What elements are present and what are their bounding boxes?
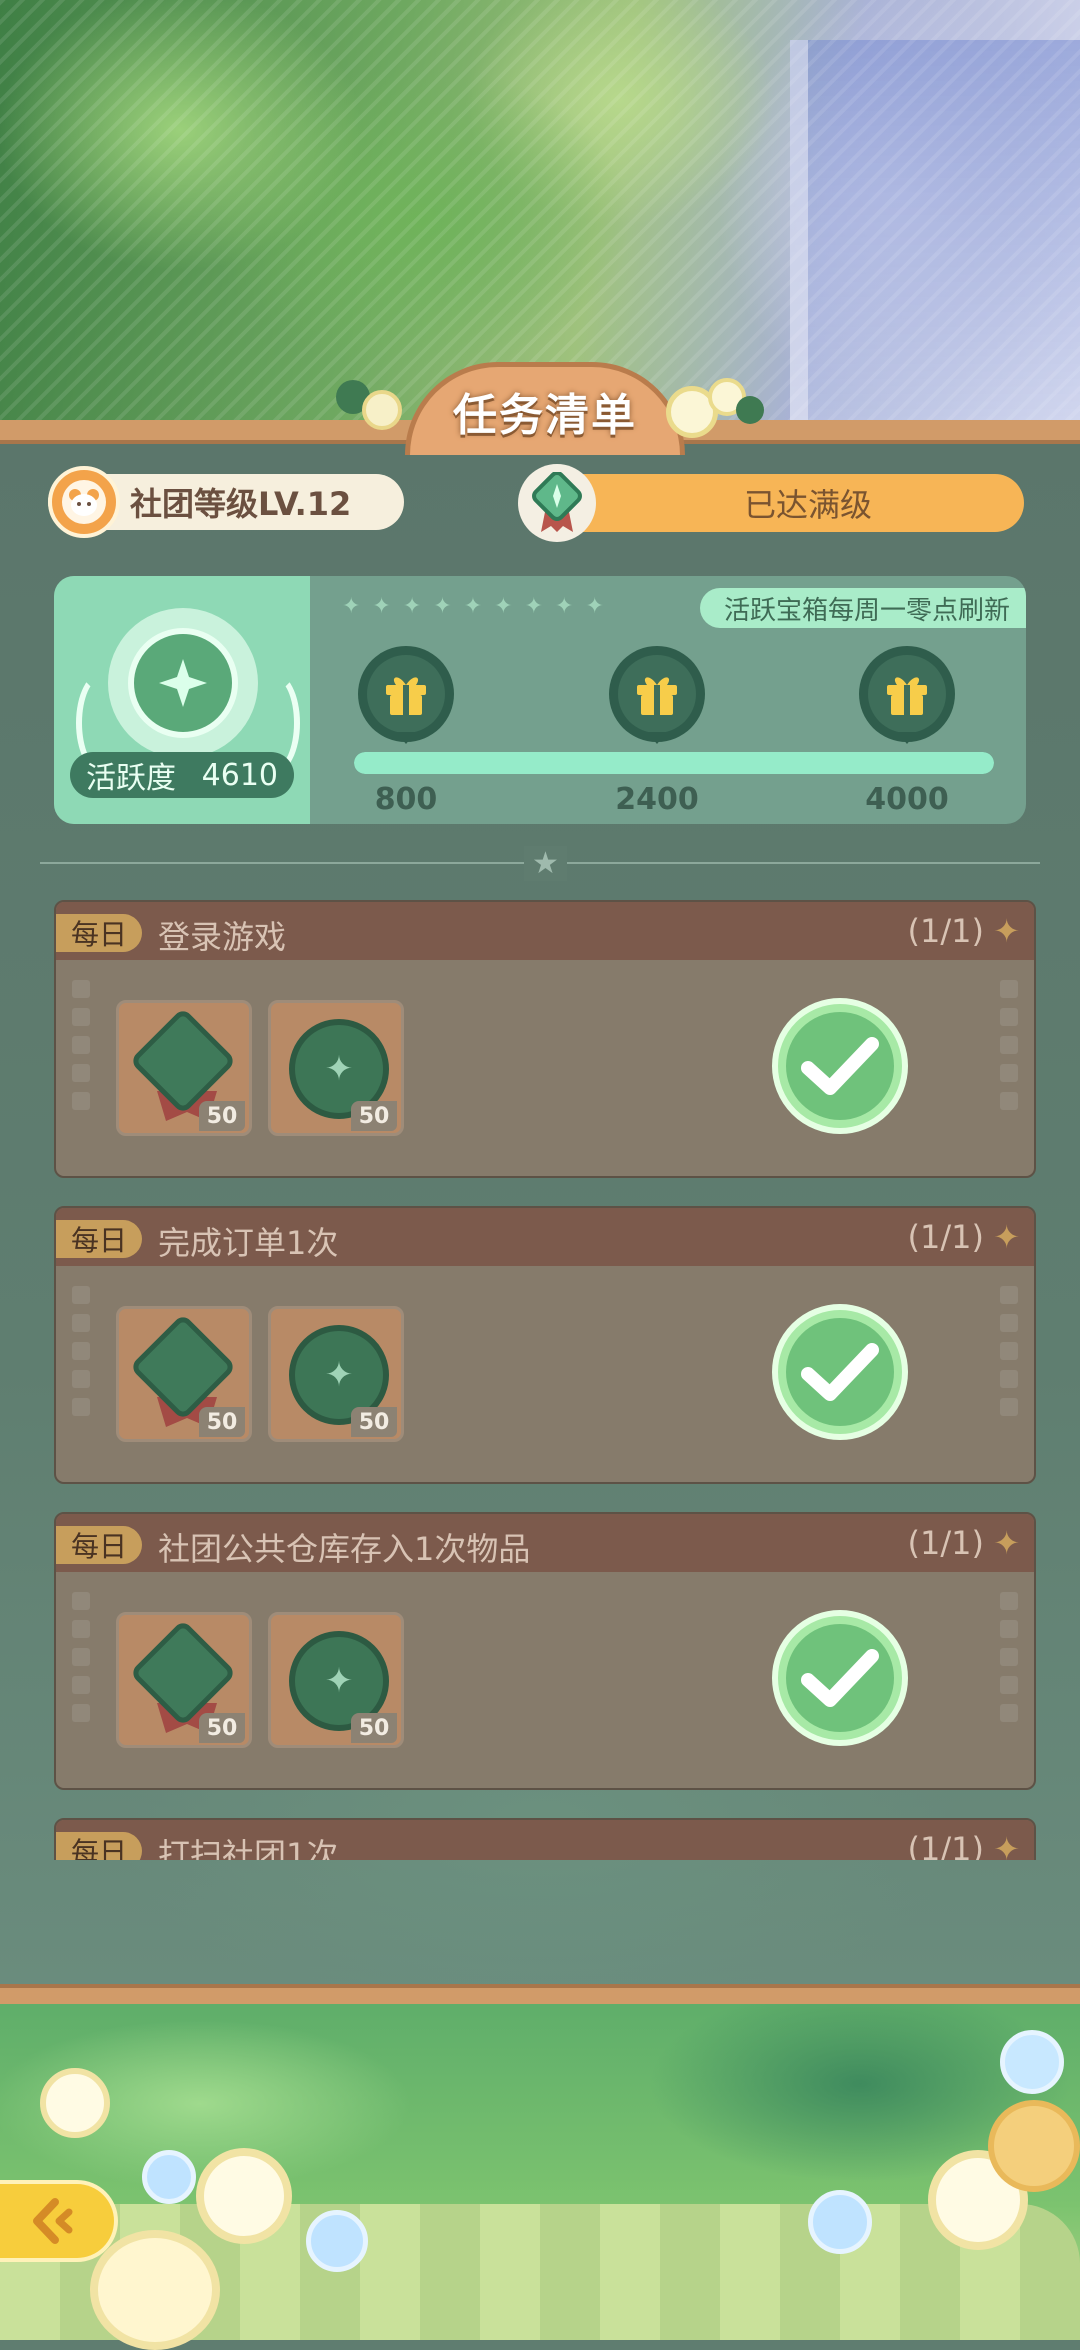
gift-icon (386, 677, 426, 715)
reward-count: 50 (351, 1101, 397, 1131)
reward-item[interactable]: 50 (116, 1306, 252, 1442)
activity-card: 活跃度 4610 ✦✦✦✦✦✦✦✦✦ 活跃宝箱每周一零点刷新 800 2400 … (54, 576, 1026, 824)
milestone-chest-3[interactable] (859, 646, 955, 744)
task-card: 每日 社团公共仓库存入1次物品 (1/1) ✦ 50 ✦ 50 (54, 1512, 1036, 1790)
activity-summary: 活跃度 4610 (54, 576, 310, 824)
reward-count: 50 (199, 1407, 245, 1437)
reward-item[interactable]: 50 (116, 1000, 252, 1136)
reward-count: 50 (351, 1407, 397, 1437)
reward-item[interactable]: ✦ 50 (268, 1612, 404, 1748)
completed-check-icon (772, 998, 908, 1134)
activity-label: 活跃度 (86, 761, 176, 796)
flower-decoration (142, 2150, 196, 2204)
notch-decoration (1000, 1286, 1018, 1426)
clover-decoration (736, 396, 764, 424)
notch-decoration (1000, 980, 1018, 1120)
notch-decoration (72, 1286, 90, 1426)
task-title: 完成订单1次 (158, 1224, 339, 1262)
flower-decoration (808, 2190, 872, 2254)
flower-decoration (362, 390, 402, 430)
activity-progress-fill (354, 752, 994, 774)
gem-medal-icon (129, 1313, 237, 1421)
refresh-note: 活跃宝箱每周一零点刷新 (699, 588, 1026, 628)
gem-medal-icon (518, 464, 596, 542)
flower-decoration (196, 2148, 292, 2244)
task-header: 每日 打扫社团1次 (1/1) ✦ (56, 1820, 1034, 1860)
task-card: 每日 打扫社团1次 (1/1) ✦ (54, 1818, 1036, 1860)
sparkle-icon: ✦ (993, 1830, 1020, 1860)
back-button[interactable] (0, 2180, 118, 2262)
reward-item[interactable]: ✦ 50 (268, 1000, 404, 1136)
sparkle-icon: ✦ (993, 1524, 1020, 1562)
reward-count: 50 (199, 1101, 245, 1131)
milestone-value-1: 800 (374, 782, 438, 817)
gift-icon (887, 677, 927, 715)
task-progress: (1/1) (907, 1524, 984, 1562)
club-level-label: 社团等级LV.12 (130, 485, 352, 523)
flower-decoration (988, 2100, 1080, 2192)
daily-tag: 每日 (56, 914, 142, 952)
flower-decoration (90, 2230, 220, 2350)
task-header: 每日 登录游戏 (1/1) ✦ (56, 902, 1034, 960)
notch-decoration (1000, 1592, 1018, 1732)
sparkle-icon: ✦ (993, 912, 1020, 950)
milestone-value-3: 4000 (865, 782, 949, 817)
maxed-label: 已达满级 (743, 486, 872, 524)
task-header: 每日 完成订单1次 (1/1) ✦ (56, 1208, 1034, 1266)
flower-decoration (1000, 2030, 1064, 2094)
task-list[interactable]: 每日 登录游戏 (1/1) ✦ 50 ✦ 50 每日 完成订单1次 (1/1) … (54, 900, 1036, 1860)
task-progress: (1/1) (907, 1218, 984, 1256)
task-card: 每日 登录游戏 (1/1) ✦ 50 ✦ 50 (54, 900, 1036, 1178)
activity-progress-bar (354, 752, 994, 774)
task-progress: (1/1) (907, 1830, 984, 1860)
task-title: 社团公共仓库存入1次物品 (158, 1530, 531, 1568)
task-title: 打扫社团1次 (158, 1836, 339, 1860)
sparkle-icon: ✦ (993, 1218, 1020, 1256)
daily-tag: 每日 (56, 1220, 142, 1258)
flower-decoration (40, 2068, 110, 2138)
task-card: 每日 完成订单1次 (1/1) ✦ 50 ✦ 50 (54, 1206, 1036, 1484)
task-progress: (1/1) (907, 912, 984, 950)
activity-value-pill: 活跃度 4610 (70, 752, 294, 798)
sparkle-decoration: ✦✦✦✦✦✦✦✦✦ (342, 594, 616, 619)
completed-check-icon (772, 1304, 908, 1440)
milestone-chest-1[interactable] (358, 646, 454, 744)
background-window (790, 40, 1080, 420)
reward-count: 50 (351, 1713, 397, 1743)
reward-count: 50 (199, 1713, 245, 1743)
back-arrow-icon (33, 2198, 73, 2244)
club-level-pill[interactable]: 社团等级LV.12 (48, 466, 404, 538)
daily-tag: 每日 (56, 1526, 142, 1564)
gem-medal-icon (129, 1619, 237, 1727)
flower-decoration (306, 2210, 368, 2272)
notch-decoration (72, 980, 90, 1120)
task-header: 每日 社团公共仓库存入1次物品 (1/1) ✦ (56, 1514, 1034, 1572)
reward-item[interactable]: 50 (116, 1612, 252, 1748)
completed-check-icon (772, 1610, 908, 1746)
star-icon: ★ (524, 846, 567, 881)
task-title: 登录游戏 (158, 918, 287, 956)
gift-icon (637, 677, 677, 715)
club-badge-icon (48, 466, 120, 538)
daily-tag: 每日 (56, 1832, 142, 1860)
milestone-value-2: 2400 (615, 782, 699, 817)
notch-decoration (72, 1592, 90, 1732)
activity-medal-icon (108, 608, 258, 758)
gem-medal-icon (129, 1007, 237, 1115)
milestone-chest-2[interactable] (609, 646, 705, 744)
activity-value: 4610 (201, 757, 278, 793)
club-maxed-pill: 已达满级 (518, 464, 1024, 542)
reward-item[interactable]: ✦ 50 (268, 1306, 404, 1442)
